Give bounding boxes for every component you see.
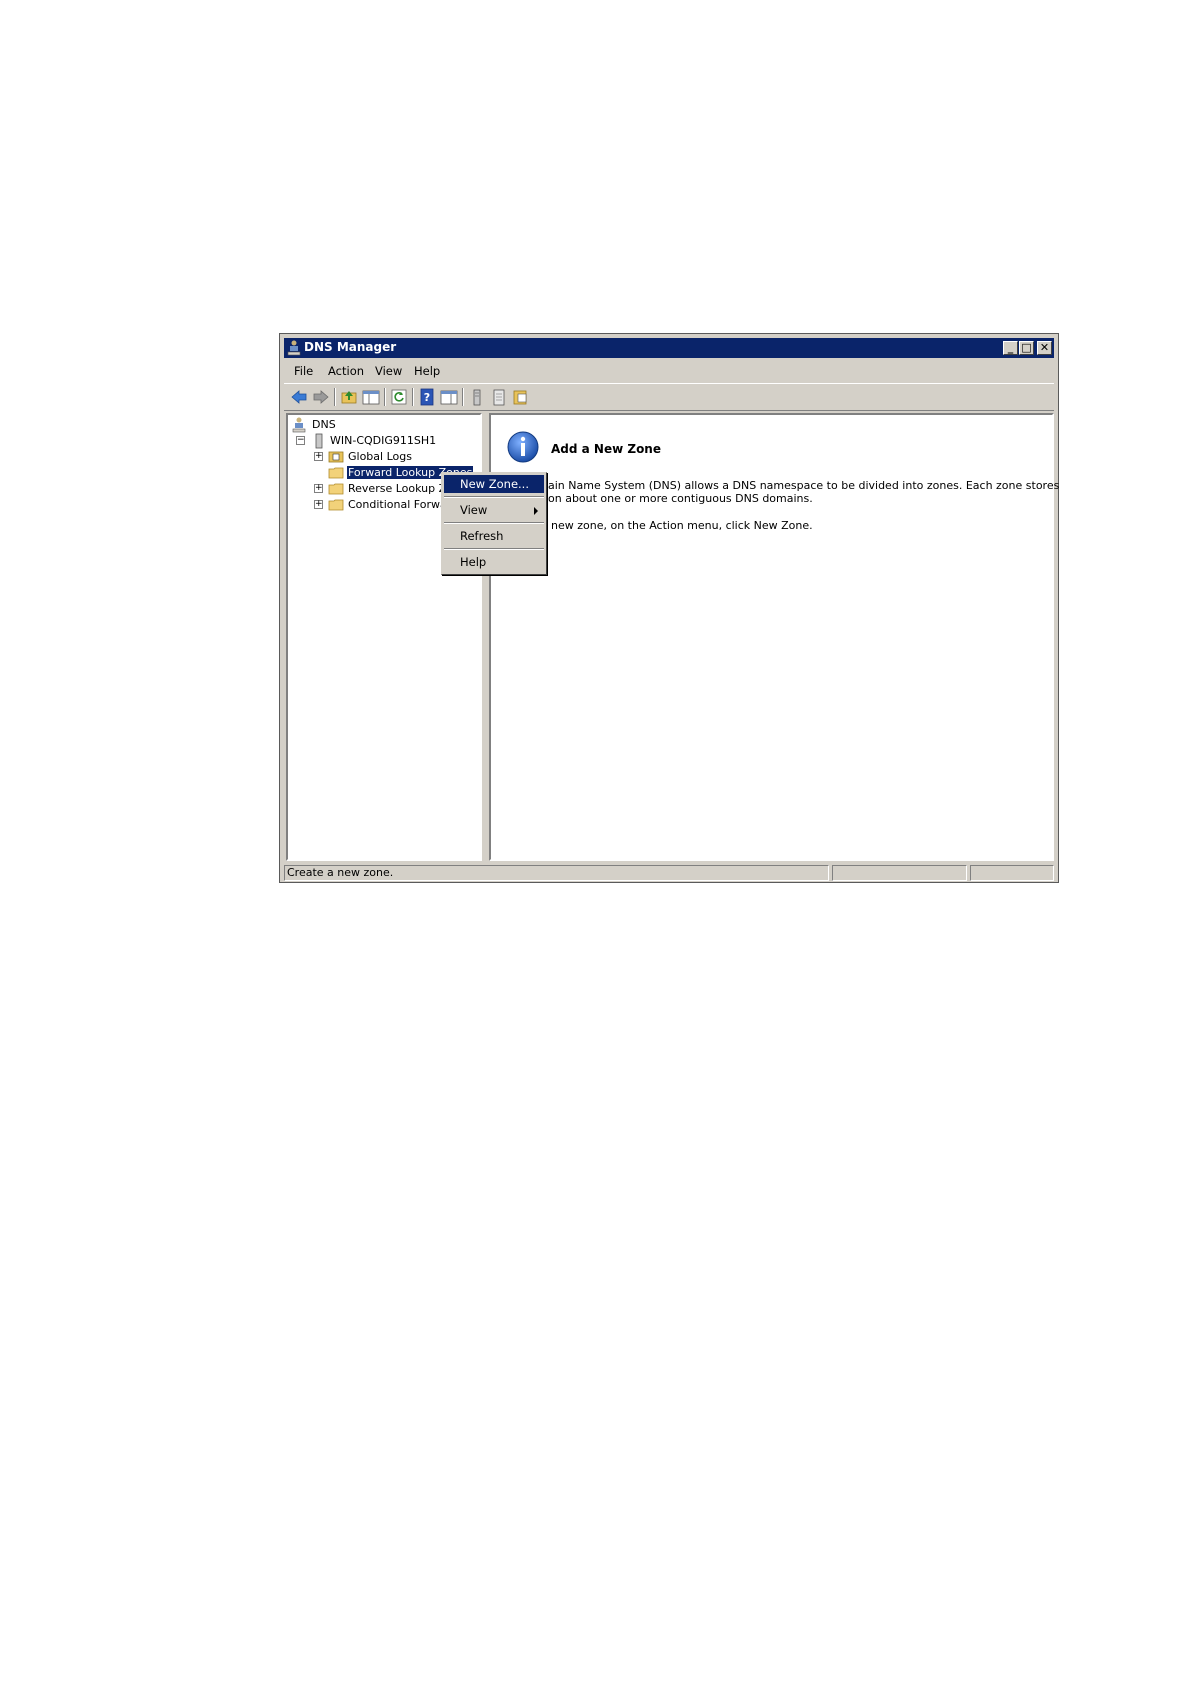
tree-label: DNS	[312, 418, 336, 431]
maximize-icon: □	[1021, 341, 1032, 354]
show-hide-tree-icon[interactable]	[362, 388, 380, 406]
menu-item-new-zone[interactable]: New Zone...	[444, 475, 544, 493]
status-text: Create a new zone.	[284, 865, 829, 881]
menu-separator	[444, 548, 544, 550]
menu-separator	[444, 496, 544, 498]
properties-icon[interactable]	[440, 388, 458, 406]
forward-icon[interactable]	[312, 388, 330, 406]
tree-item-global-logs[interactable]: + Global Logs	[292, 449, 472, 465]
content-paragraph-1: ain Name System (DNS) allows a DNS names…	[548, 479, 1060, 492]
expand-icon[interactable]: +	[314, 452, 323, 461]
menu-file[interactable]: File	[294, 364, 313, 378]
toolbar-separator	[412, 388, 414, 406]
close-button[interactable]: ✕	[1037, 341, 1052, 355]
toolbar-separator	[462, 388, 464, 406]
help-icon[interactable]: ?	[418, 388, 436, 406]
menu-item-refresh[interactable]: Refresh	[444, 527, 544, 545]
server-icon	[315, 433, 323, 449]
tree-label: WIN-CQDIG911SH1	[330, 434, 437, 447]
expand-icon[interactable]: +	[314, 500, 323, 509]
content-heading: Add a New Zone	[551, 442, 661, 456]
menu-action[interactable]: Action	[328, 364, 364, 378]
back-icon[interactable]	[290, 388, 308, 406]
dns-icon	[292, 417, 306, 433]
status-bar: Create a new zone.	[284, 864, 1054, 882]
toolbar-separator	[334, 388, 336, 406]
menu-separator	[444, 522, 544, 524]
tree-label: Global Logs	[348, 450, 412, 463]
dns-manager-window: DNS Manager _ □ ✕ File Action View Help	[279, 333, 1059, 883]
dns-server-icon	[287, 340, 301, 356]
title-bar[interactable]: DNS Manager _ □ ✕	[284, 338, 1054, 358]
collapse-icon[interactable]: −	[296, 436, 305, 445]
folder-icon	[328, 467, 344, 479]
menu-view[interactable]: View	[375, 364, 402, 378]
expand-icon[interactable]: +	[314, 484, 323, 493]
list-icon[interactable]	[490, 388, 508, 406]
info-icon	[507, 431, 539, 463]
folder-icon	[328, 499, 344, 511]
server-icon[interactable]	[468, 388, 486, 406]
window-title: DNS Manager	[304, 340, 397, 354]
log-folder-icon	[328, 451, 344, 463]
maximize-button[interactable]: □	[1019, 341, 1034, 355]
menu-item-view[interactable]: View	[444, 501, 544, 519]
minimize-icon: _	[1007, 341, 1014, 354]
submenu-arrow-icon	[534, 507, 538, 515]
refresh-icon[interactable]	[390, 388, 408, 406]
menu-item-help[interactable]: Help	[444, 553, 544, 571]
menu-bar: File Action View Help	[284, 361, 1054, 381]
results-pane: Add a New Zone ain Name System (DNS) all…	[489, 413, 1059, 861]
context-menu: New Zone... View Refresh Help	[441, 472, 547, 575]
svg-text:?: ?	[424, 391, 430, 404]
status-panel	[970, 865, 1054, 881]
up-icon[interactable]	[340, 388, 358, 406]
menu-help[interactable]: Help	[414, 364, 440, 378]
toolbar-separator	[384, 388, 386, 406]
status-panel	[832, 865, 967, 881]
menu-item-label: View	[460, 503, 488, 517]
minimize-button[interactable]: _	[1003, 341, 1018, 355]
content-paragraph-2: new zone, on the Action menu, click New …	[551, 519, 813, 532]
folder-icon	[328, 483, 344, 495]
toolbar: ?	[284, 383, 1054, 411]
tree-item-server[interactable]: − WIN-CQDIG911SH1	[292, 433, 472, 449]
content-paragraph-1b: on about one or more contiguous DNS doma…	[548, 492, 813, 505]
tree-item-dns[interactable]: DNS	[292, 417, 472, 433]
export-icon[interactable]	[512, 388, 530, 406]
close-icon: ✕	[1039, 341, 1050, 354]
